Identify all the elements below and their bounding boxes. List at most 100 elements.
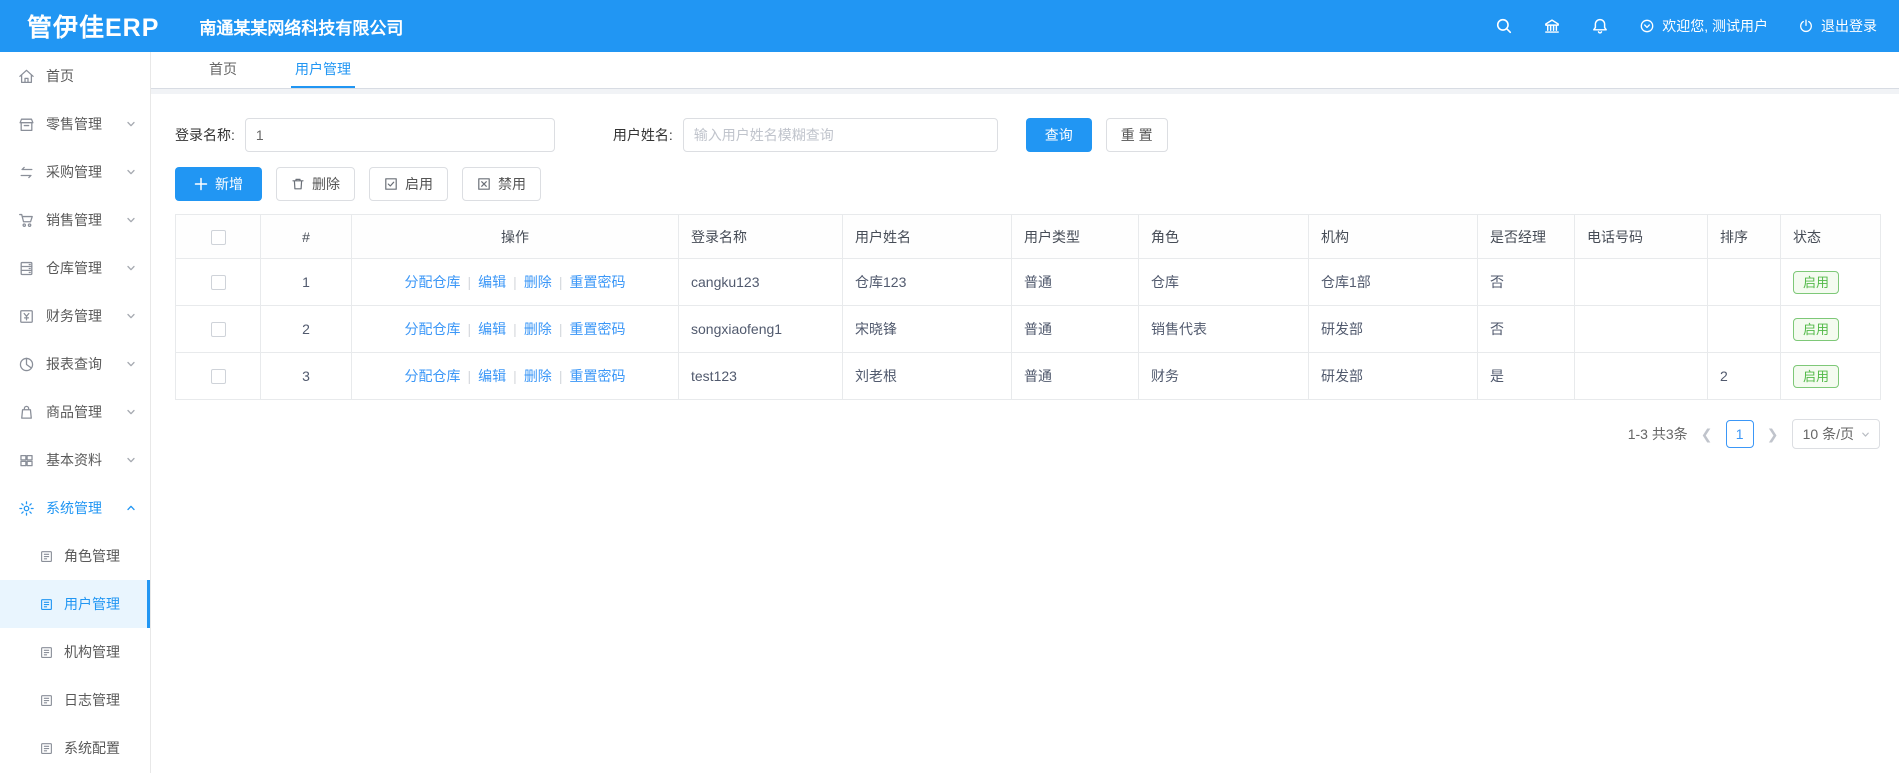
sidebar-item-label: 角色管理 (64, 548, 120, 564)
tab-user-mgmt[interactable]: 用户管理 (291, 52, 355, 88)
edit-link[interactable]: 编辑 (478, 274, 506, 290)
assign-warehouse-link[interactable]: 分配仓库 (405, 274, 461, 290)
gear-icon (18, 500, 35, 517)
document-icon (39, 741, 54, 756)
sidebar-item-purchase[interactable]: 采购管理 (0, 148, 150, 196)
content-area: 首页 用户管理 登录名称: 用户姓名: 查询 重 置 (151, 52, 1899, 773)
sidebar-item-warehouse[interactable]: 仓库管理 (0, 244, 150, 292)
row-checkbox[interactable] (210, 369, 226, 385)
edit-link[interactable]: 编辑 (478, 321, 506, 337)
sidebar-item-system[interactable]: 系统管理 (0, 484, 150, 532)
sales-cart-icon (18, 212, 35, 229)
row-index: 1 (260, 258, 352, 306)
cell-login: cangku123 (678, 258, 843, 306)
tab-home[interactable]: 首页 (205, 52, 241, 88)
current-page-button[interactable]: 1 (1725, 420, 1754, 448)
assign-warehouse-link[interactable]: 分配仓库 (405, 368, 461, 384)
col-sort: 排序 (1707, 214, 1781, 259)
top-header-bar: 管伊佳ERP 南通某某网络科技有限公司 欢迎您, 测试用户 退出登录 (0, 0, 1899, 52)
retail-icon (18, 116, 35, 133)
select-all-checkbox[interactable] (210, 229, 226, 245)
cell-type: 普通 (1011, 352, 1139, 400)
app-root: 管伊佳ERP 南通某某网络科技有限公司 欢迎您, 测试用户 退出登录 首页 零售… (0, 0, 1899, 773)
sidebar-item-basic-data[interactable]: 基本资料 (0, 436, 150, 484)
cell-type: 普通 (1011, 258, 1139, 306)
page-size-select[interactable]: 10 条/页 (1791, 419, 1880, 449)
sidebar-item-log-mgmt[interactable]: 日志管理 (0, 676, 150, 724)
login-name-label: 登录名称: (175, 127, 235, 143)
chevron-down-icon (125, 454, 137, 466)
enable-label: 启用 (405, 176, 433, 192)
login-name-input[interactable] (244, 118, 555, 152)
goods-bag-icon (18, 404, 35, 421)
reset-button[interactable]: 重 置 (1105, 118, 1168, 152)
edit-link[interactable]: 编辑 (478, 368, 506, 384)
enable-button[interactable]: 启用 (369, 167, 448, 201)
pagination: 1-3 共3条 ❮ 1 ❯ 10 条/页 (175, 419, 1880, 449)
col-role: 角色 (1138, 214, 1309, 259)
add-label: 新增 (215, 176, 243, 192)
prev-page-arrow[interactable]: ❮ (1700, 426, 1714, 443)
sidebar-item-label: 销售管理 (46, 212, 102, 228)
row-ops: 分配仓库 | 编辑 | 删除 | 重置密码 (351, 352, 679, 400)
row-checkbox[interactable] (210, 322, 226, 338)
search-icon[interactable] (1495, 17, 1513, 35)
add-button[interactable]: 新增 (175, 167, 262, 201)
sidebar-item-label: 基本资料 (46, 452, 102, 468)
status-badge: 启用 (1793, 364, 1840, 388)
sidebar-item-reports[interactable]: 报表查询 (0, 340, 150, 388)
next-page-arrow[interactable]: ❯ (1766, 426, 1780, 443)
table-row: 2 分配仓库 | 编辑 | 删除 | 重置密码 songxiaofeng1 宋晓锋 普通 销… (175, 305, 1881, 353)
logout-label: 退出登录 (1821, 18, 1877, 34)
delete-button[interactable]: 删除 (276, 167, 355, 201)
basic-data-icon (18, 452, 35, 469)
disable-button[interactable]: 禁用 (462, 167, 541, 201)
document-icon (39, 549, 54, 564)
sidebar-item-home[interactable]: 首页 (0, 52, 150, 100)
user-name-input[interactable] (682, 118, 998, 152)
sidebar-item-sales[interactable]: 销售管理 (0, 196, 150, 244)
main-area: 首页 零售管理 采购管理 销售管理 仓库管理 财务管理 报表查询 商品管理 基本… (0, 52, 1899, 773)
sidebar-item-retail[interactable]: 零售管理 (0, 100, 150, 148)
logout-button[interactable]: 退出登录 (1798, 16, 1877, 36)
filter-row: 登录名称: 用户姓名: 查询 重 置 (175, 118, 1899, 152)
finance-icon (18, 308, 35, 325)
cell-name: 宋晓锋 (842, 305, 1012, 353)
col-ops: 操作 (351, 214, 679, 259)
sidebar-item-org-mgmt[interactable]: 机构管理 (0, 628, 150, 676)
cell-sort: 2 (1707, 352, 1781, 400)
reset-password-link[interactable]: 重置密码 (569, 274, 625, 290)
cell-login: songxiaofeng1 (678, 305, 843, 353)
sidebar-item-user-mgmt[interactable]: 用户管理 (0, 580, 150, 628)
col-name: 用户姓名 (842, 214, 1012, 259)
reset-password-link[interactable]: 重置密码 (569, 368, 625, 384)
sidebar-item-system-config[interactable]: 系统配置 (0, 724, 150, 772)
sidebar-item-role-mgmt[interactable]: 角色管理 (0, 532, 150, 580)
assign-warehouse-link[interactable]: 分配仓库 (405, 321, 461, 337)
user-welcome[interactable]: 欢迎您, 测试用户 (1639, 16, 1768, 36)
cell-login: test123 (678, 352, 843, 400)
bell-icon[interactable] (1591, 17, 1609, 35)
delete-link[interactable]: 删除 (524, 368, 552, 384)
delete-link[interactable]: 删除 (524, 274, 552, 290)
header-actions: 欢迎您, 测试用户 退出登录 (1495, 16, 1899, 36)
sidebar-item-label: 商品管理 (46, 404, 102, 420)
sidebar-item-goods[interactable]: 商品管理 (0, 388, 150, 436)
chevron-down-icon (125, 358, 137, 370)
row-checkbox[interactable] (210, 275, 226, 291)
sidebar-item-label: 日志管理 (64, 692, 120, 708)
sidebar-item-label: 财务管理 (46, 308, 102, 324)
status-badge: 启用 (1793, 317, 1840, 341)
bank-icon[interactable] (1543, 17, 1561, 35)
sidebar-item-finance[interactable]: 财务管理 (0, 292, 150, 340)
table-header-row: # 操作 登录名称 用户姓名 用户类型 角色 机构 是否经理 电话号码 排序 状… (175, 214, 1881, 259)
tab-bar: 首页 用户管理 (151, 52, 1899, 89)
search-button[interactable]: 查询 (1025, 118, 1092, 152)
reset-password-link[interactable]: 重置密码 (569, 321, 625, 337)
delete-link[interactable]: 删除 (524, 321, 552, 337)
cell-manager: 否 (1477, 305, 1575, 353)
cell-role: 仓库 (1138, 258, 1309, 306)
sidebar-item-label: 系统管理 (46, 500, 102, 516)
sidebar-item-label: 采购管理 (46, 164, 102, 180)
cell-type: 普通 (1011, 305, 1139, 353)
